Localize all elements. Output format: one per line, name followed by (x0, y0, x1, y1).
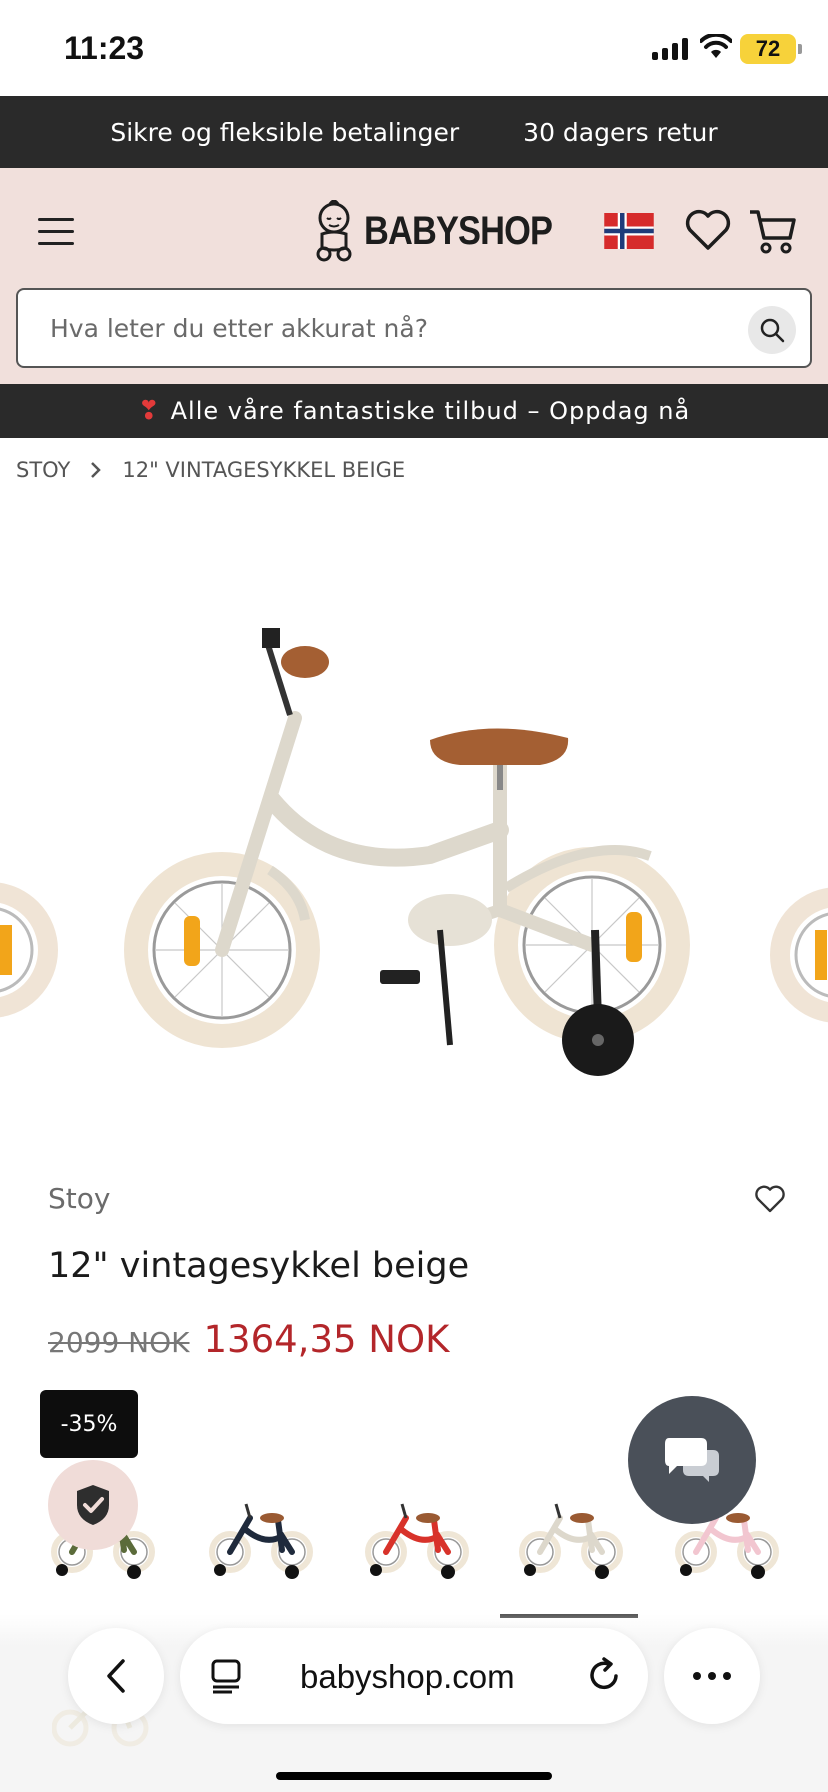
search-button[interactable] (748, 306, 796, 354)
home-indicator (276, 1772, 552, 1780)
battery-level: 72 (755, 36, 781, 61)
status-time: 11:23 (64, 30, 145, 66)
reader-mode-icon[interactable] (210, 1658, 244, 1694)
logo-text: BABYSHOP (364, 208, 553, 253)
heart-exclamation-icon: ❣ (137, 396, 161, 426)
search-placeholder: Hva leter du etter akkurat nå? (50, 314, 428, 343)
breadcrumb: STOY 12" VINTAGESYKKEL BEIGE (16, 458, 405, 482)
browser-back-button[interactable] (68, 1628, 164, 1724)
shopping-cart-icon[interactable] (748, 206, 798, 256)
breadcrumb-current: 12" VINTAGESYKKEL BEIGE (122, 458, 406, 482)
chevron-right-icon (91, 462, 102, 478)
product-brand[interactable]: Stoy (48, 1182, 110, 1215)
add-to-wishlist-heart-icon[interactable] (754, 1184, 786, 1214)
url-text: babyshop.com (300, 1658, 515, 1695)
price-block: 2099 NOK 1364,35 NOK (48, 1318, 449, 1361)
reload-icon[interactable] (586, 1656, 622, 1694)
breadcrumb-brand-link[interactable]: STOY (16, 458, 70, 482)
baby-logo-icon (316, 200, 352, 262)
previous-image-peek (0, 882, 58, 1018)
product-title: 12" vintagesykkel beige (48, 1246, 470, 1286)
wifi-icon (700, 34, 732, 58)
bike-illustration (124, 628, 690, 1076)
battery-icon: 72 (740, 34, 802, 64)
norway-flag-icon[interactable] (604, 213, 654, 249)
variant-thumbnail[interactable] (516, 1490, 626, 1586)
info-bar: Sikre og fleksible betalinger 30 dagers … (0, 96, 828, 168)
browser-more-button[interactable] (664, 1628, 760, 1724)
search-icon (760, 318, 785, 343)
info-secure-payments: Sikre og fleksible betalinger (110, 117, 460, 147)
shield-check-icon (77, 1485, 109, 1525)
wishlist-heart-icon[interactable] (684, 208, 732, 252)
search-field[interactable]: Hva leter du etter akkurat nå? (16, 288, 812, 368)
trust-badge[interactable] (48, 1460, 138, 1550)
sale-price: 1364,35 NOK (203, 1318, 450, 1361)
next-image-peek (770, 887, 828, 1023)
address-bar[interactable]: babyshop.com (180, 1628, 648, 1724)
promo-text: Alle våre fantastiske tilbud – Oppdag nå (170, 397, 691, 425)
chevron-left-icon (107, 1659, 125, 1693)
more-dots-icon (693, 1672, 731, 1680)
hamburger-menu-icon[interactable] (38, 218, 74, 246)
babyshop-logo[interactable]: BABYSHOP (312, 200, 583, 262)
info-returns: 30 dagers retur (523, 117, 718, 147)
variant-thumbnail[interactable] (362, 1490, 472, 1586)
promo-banner[interactable]: ❣ Alle våre fantastiske tilbud – Oppdag … (0, 384, 828, 438)
original-price: 2099 NOK (48, 1326, 190, 1359)
discount-badge: -35% (40, 1390, 138, 1458)
chat-button[interactable] (628, 1396, 756, 1524)
chat-bubbles-icon (665, 1438, 719, 1482)
variant-thumbnail[interactable] (206, 1490, 316, 1586)
cellular-signal-icon (652, 36, 688, 60)
status-bar: 11:23 72 (0, 0, 828, 96)
product-image-carousel[interactable] (0, 600, 828, 1120)
